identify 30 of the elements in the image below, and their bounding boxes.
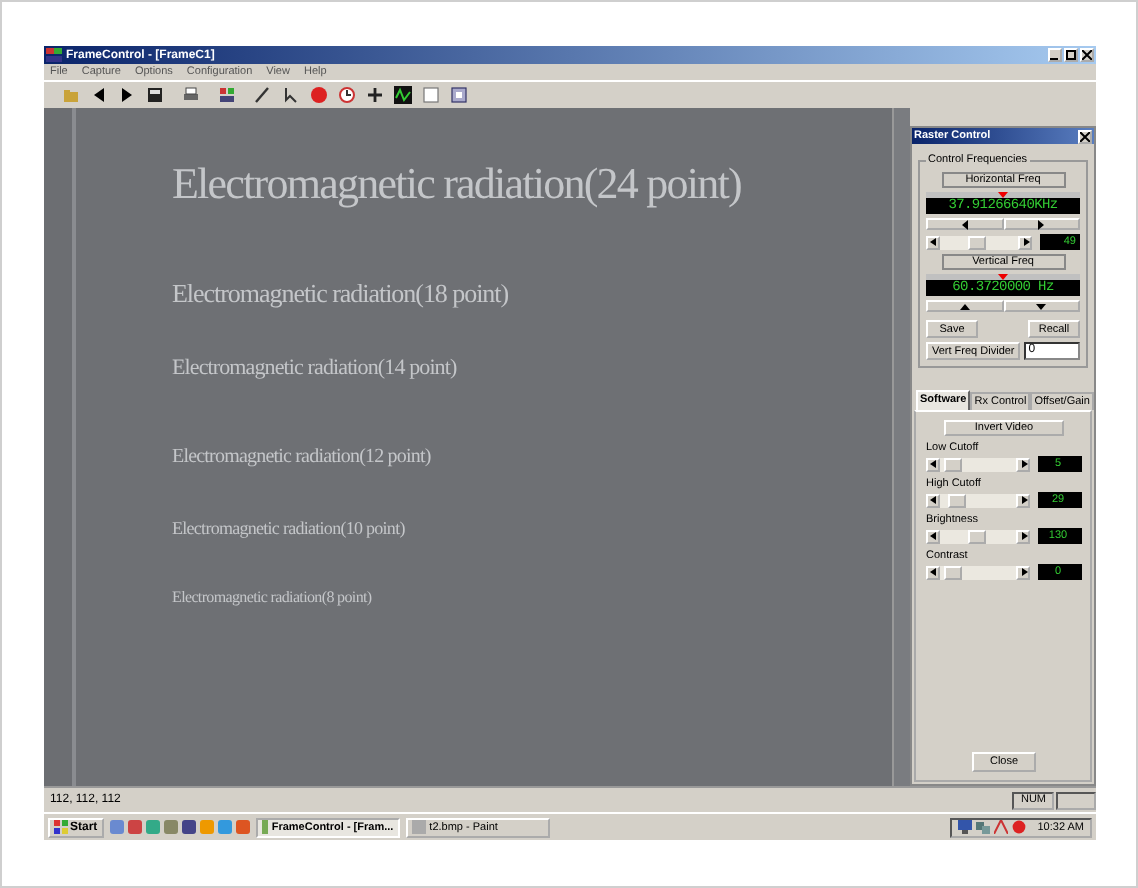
waveform-icon[interactable] <box>392 84 414 106</box>
sample-text: Electromagnetic radiation(14 point) <box>172 356 459 382</box>
close-button[interactable] <box>1080 48 1094 62</box>
sample-text: Electromagnetic radiation(8 point) <box>172 590 374 609</box>
printer-icon[interactable] <box>180 84 202 106</box>
windows-flag-icon <box>54 820 68 834</box>
down-arrow-button[interactable] <box>1003 300 1080 312</box>
left-arrow-button[interactable] <box>926 218 1003 230</box>
sample-text: Electromagnetic radiation(10 point) <box>172 519 407 539</box>
right-arrow-icon[interactable] <box>116 84 138 106</box>
status-pane <box>1056 791 1096 809</box>
clock-icon[interactable] <box>336 84 358 106</box>
monitor-icon[interactable] <box>957 820 972 834</box>
sample-text: Electromagnetic radiation(12 point) <box>172 445 433 468</box>
square-icon[interactable] <box>448 84 470 106</box>
up-arrow-icon <box>959 301 970 311</box>
network-icon[interactable] <box>975 820 990 834</box>
close-button[interactable] <box>1078 129 1092 143</box>
maximize-button[interactable] <box>1064 48 1078 62</box>
left-arrow-icon[interactable] <box>88 84 110 106</box>
grid-icon[interactable] <box>216 84 238 106</box>
right-arrow-button[interactable] <box>1003 218 1080 230</box>
font-icon[interactable] <box>993 820 1008 834</box>
sample-text: Electromagnetic radiation(24 point) <box>172 160 743 209</box>
up-arrow-button[interactable] <box>926 300 1003 312</box>
left-arrow-icon <box>959 219 970 229</box>
disk-icon[interactable] <box>144 84 166 106</box>
minimize-button[interactable] <box>1048 48 1062 62</box>
down-arrow-icon <box>1036 301 1047 311</box>
sample-text: Electromagnetic radiation(18 point) <box>172 280 511 309</box>
